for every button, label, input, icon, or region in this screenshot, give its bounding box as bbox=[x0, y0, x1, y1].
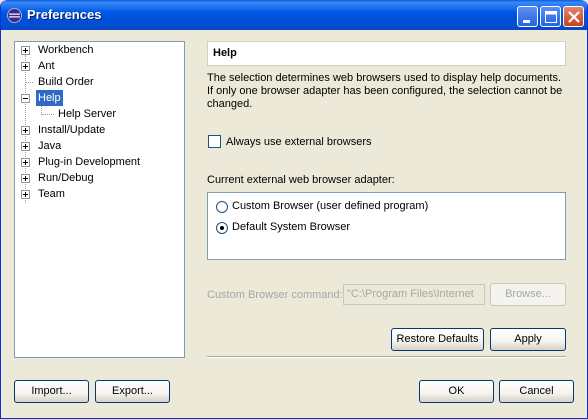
close-button[interactable] bbox=[563, 6, 584, 27]
tree-item-label: Workbench bbox=[38, 44, 94, 56]
window-title: Preferences bbox=[27, 7, 102, 22]
page-title: Help bbox=[213, 47, 237, 59]
import-button[interactable]: Import... bbox=[14, 380, 89, 403]
adapter-label: Current external web browser adapter: bbox=[207, 174, 395, 186]
tree-item-label: Help bbox=[36, 90, 63, 106]
expand-icon[interactable] bbox=[21, 158, 30, 167]
tree-item-label: Ant bbox=[38, 60, 55, 72]
custom-command-label: Custom Browser command: bbox=[207, 289, 343, 301]
expand-icon[interactable] bbox=[21, 62, 30, 71]
minimize-button[interactable] bbox=[517, 6, 538, 27]
always-external-label[interactable]: Always use external browsers bbox=[226, 136, 372, 148]
tree-item-run-debug[interactable]: Run/Debug bbox=[15, 170, 175, 186]
default-browser-label[interactable]: Default System Browser bbox=[232, 221, 350, 233]
restore-defaults-button[interactable]: Restore Defaults bbox=[391, 328, 484, 351]
browser-adapter-list: Custom Browser (user defined program) De… bbox=[207, 192, 566, 260]
tree-item-install-update[interactable]: Install/Update bbox=[15, 122, 175, 138]
apply-button[interactable]: Apply bbox=[490, 328, 566, 351]
page-separator bbox=[207, 356, 566, 358]
tree-item-java[interactable]: Java bbox=[15, 138, 175, 154]
maximize-button[interactable] bbox=[540, 6, 561, 27]
preferences-window: Preferences Workbench Ant Build Order He… bbox=[0, 0, 588, 419]
collapse-icon[interactable] bbox=[21, 94, 30, 103]
cancel-button[interactable]: Cancel bbox=[499, 380, 574, 403]
tree-item-workbench[interactable]: Workbench bbox=[15, 42, 175, 58]
page-header: Help bbox=[207, 41, 566, 66]
tree-item-help-server[interactable]: Help Server bbox=[35, 106, 175, 122]
tree-item-label: Run/Debug bbox=[38, 172, 94, 184]
tree-item-label: Team bbox=[38, 188, 65, 200]
custom-browser-radio[interactable] bbox=[216, 201, 228, 213]
tree-item-label: Java bbox=[38, 140, 62, 152]
tree-item-help[interactable]: Help bbox=[15, 90, 175, 106]
tree-item-label: Help Server bbox=[58, 108, 117, 120]
tree-item-team[interactable]: Team bbox=[15, 186, 175, 202]
expand-icon[interactable] bbox=[21, 142, 30, 151]
tree-item-label: Install/Update bbox=[38, 124, 106, 136]
expand-icon[interactable] bbox=[21, 46, 30, 55]
always-external-checkbox[interactable] bbox=[208, 135, 221, 148]
tree-item-build-order[interactable]: Build Order bbox=[15, 74, 175, 90]
tree-item-label: Plug-in Development bbox=[38, 156, 141, 168]
preferences-tree[interactable]: Workbench Ant Build Order Help Help Serv… bbox=[14, 41, 185, 358]
custom-browser-label[interactable]: Custom Browser (user defined program) bbox=[232, 200, 428, 212]
tree-item-ant[interactable]: Ant bbox=[15, 58, 175, 74]
browse-button[interactable]: Browse... bbox=[490, 283, 566, 306]
expand-icon[interactable] bbox=[21, 126, 30, 135]
close-icon bbox=[568, 11, 580, 23]
expand-icon[interactable] bbox=[21, 174, 30, 183]
eclipse-icon bbox=[7, 8, 22, 23]
title-bar[interactable]: Preferences bbox=[1, 0, 587, 30]
maximize-icon bbox=[545, 11, 557, 23]
tree-item-label: Build Order bbox=[38, 76, 94, 88]
minimize-icon bbox=[523, 20, 530, 23]
custom-command-field[interactable]: "C:\Program Files\Internet bbox=[343, 284, 485, 305]
expand-icon[interactable] bbox=[21, 190, 30, 199]
export-button[interactable]: Export... bbox=[95, 380, 170, 403]
default-browser-radio[interactable] bbox=[216, 222, 228, 234]
tree-item-plugin-development[interactable]: Plug-in Development bbox=[15, 154, 175, 170]
page-description: The selection determines web browsers us… bbox=[207, 72, 563, 110]
ok-button[interactable]: OK bbox=[419, 380, 494, 403]
